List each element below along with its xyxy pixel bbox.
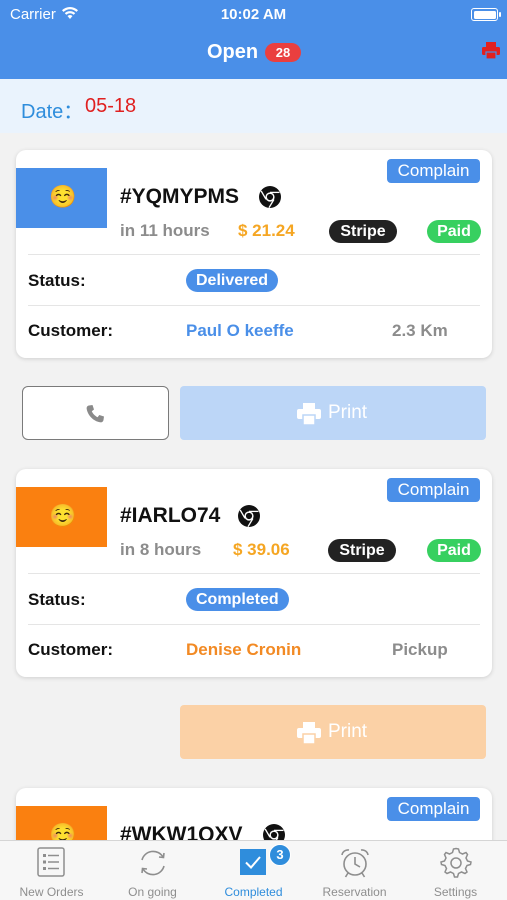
delivery-type: Pickup — [392, 640, 448, 659]
date-value[interactable]: 05-18 — [85, 95, 136, 118]
gear-icon — [440, 847, 472, 878]
print-label: Print — [328, 721, 368, 742]
order-card[interactable]: ☺️ #YQMYPMS Complain in 11 hours $ 21.24… — [16, 150, 492, 358]
completed-count-badge: 3 — [269, 844, 291, 866]
customer-label: Customer: — [28, 640, 114, 659]
clock-time: 10:02 AM — [220, 6, 287, 23]
order-card[interactable]: ☺️ #IARLO74 Complain in 8 hours $ 39.06 … — [16, 469, 492, 677]
status-badge: Completed — [186, 588, 289, 611]
customer-name[interactable]: Paul O keeffe — [186, 321, 294, 341]
print-button[interactable]: Print — [180, 386, 486, 440]
open-count-badge: 28 — [265, 43, 301, 62]
order-id: #IARLO74 — [120, 504, 221, 527]
tab-bar: New Orders On going Completed Reservatio… — [0, 840, 507, 900]
tab-on-going[interactable]: On going — [102, 841, 203, 900]
date-label: Date： — [21, 101, 84, 123]
tab-new-orders[interactable]: New Orders — [1, 841, 102, 900]
status-bar: Carrier 10:02 AM — [0, 0, 507, 28]
payment-method-badge: Stripe — [329, 220, 397, 243]
refresh-icon — [141, 850, 165, 876]
battery-icon — [471, 8, 501, 21]
smile-emoji-icon: ☺️ — [49, 184, 77, 209]
customer-distance: 2.3 Km — [392, 321, 448, 340]
print-icon[interactable] — [482, 42, 500, 59]
complain-button[interactable]: Complain — [387, 159, 480, 183]
page-title: Open — [207, 41, 259, 63]
alarm-clock-icon — [341, 849, 369, 878]
print-label: Print — [328, 402, 368, 423]
header: Carrier 10:02 AM Open 28 — [0, 0, 507, 79]
phone-icon — [86, 405, 104, 423]
print-icon — [297, 403, 321, 425]
status-label: Status: — [28, 590, 86, 609]
tab-reservation[interactable]: Reservation — [304, 841, 405, 900]
complain-button[interactable]: Complain — [387, 797, 480, 821]
smile-emoji-icon: ☺️ — [49, 503, 77, 528]
tab-label: New Orders — [19, 885, 84, 899]
checkbox-icon — [240, 849, 266, 875]
status-label: Status: — [28, 271, 86, 290]
tab-label: On going — [128, 885, 177, 899]
order-id: #YQMYPMS — [120, 185, 240, 208]
chrome-icon — [238, 505, 260, 528]
print-icon — [297, 722, 321, 744]
print-button[interactable]: Print — [180, 705, 486, 759]
payment-method-badge: Stripe — [328, 539, 396, 562]
divider — [28, 624, 480, 625]
payment-status-badge: Paid — [427, 539, 481, 562]
order-price: $ 21.24 — [238, 221, 295, 240]
tab-label: Reservation — [322, 885, 387, 899]
customer-name[interactable]: Denise Cronin — [186, 640, 301, 660]
divider — [28, 254, 480, 255]
divider — [28, 573, 480, 574]
chrome-icon — [259, 186, 281, 209]
status-badge: Delivered — [186, 269, 279, 292]
list-icon — [37, 847, 65, 877]
order-price: $ 39.06 — [233, 540, 290, 559]
tab-label: Completed — [224, 885, 283, 899]
order-avatar: ☺️ — [16, 168, 107, 228]
tab-label: Settings — [433, 885, 478, 899]
complain-button[interactable]: Complain — [387, 478, 480, 502]
customer-label: Customer: — [28, 321, 114, 340]
order-avatar: ☺️ — [16, 487, 107, 547]
divider — [28, 305, 480, 306]
order-time: in 8 hours — [120, 540, 202, 559]
payment-status-badge: Paid — [427, 220, 481, 243]
tab-settings[interactable]: Settings — [405, 841, 506, 900]
order-time: in 11 hours — [120, 221, 210, 240]
call-button[interactable] — [22, 386, 169, 440]
